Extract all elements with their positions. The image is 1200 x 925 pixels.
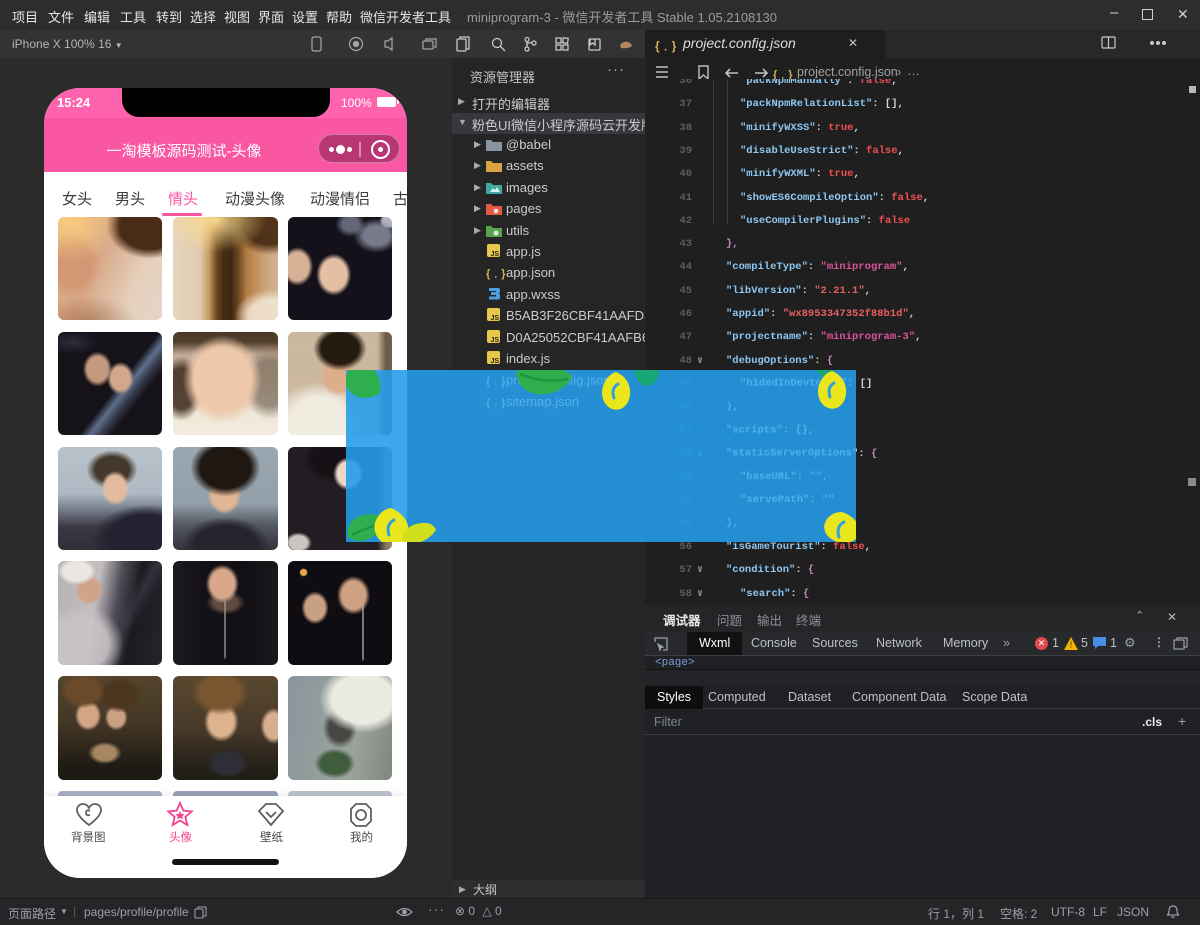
svg-text:!: ! <box>1070 640 1073 650</box>
